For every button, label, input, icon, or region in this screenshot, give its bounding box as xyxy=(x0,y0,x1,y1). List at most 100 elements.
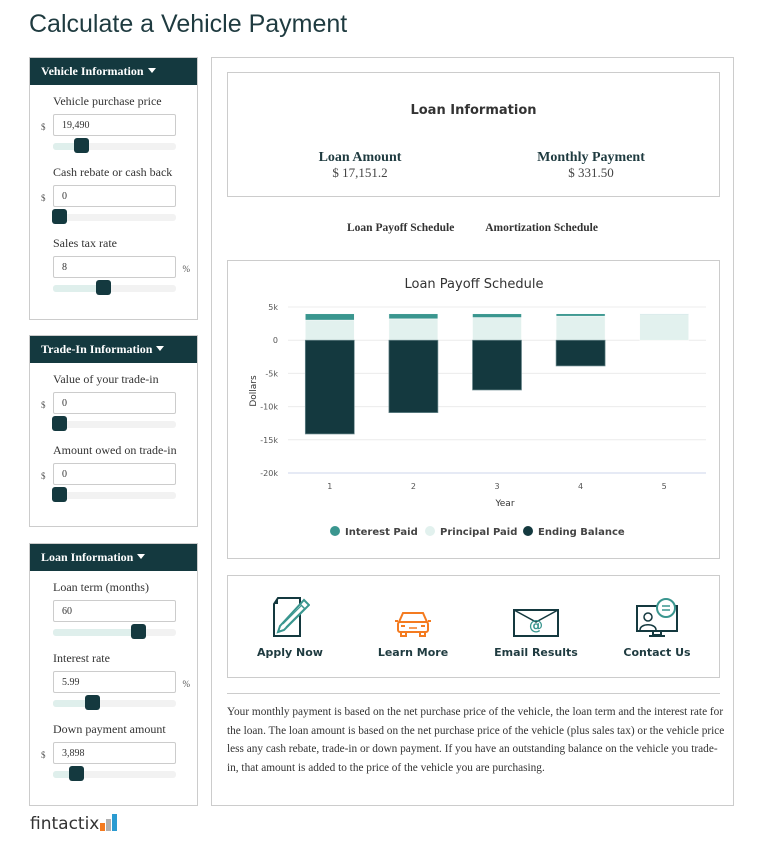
y-tick-label: -10k xyxy=(260,403,278,412)
action-bar: Apply Now Learn More @ Email Results Con… xyxy=(227,575,720,678)
tab-loan-payoff-schedule[interactable]: Loan Payoff Schedule xyxy=(347,222,454,234)
caret-down-icon xyxy=(137,554,146,559)
legend-item-principal-paid[interactable]: Principal Paid xyxy=(425,526,517,538)
y-tick-label: -5k xyxy=(265,369,278,378)
bar-principal-paid-year-1[interactable] xyxy=(305,319,355,341)
slider-thumb[interactable] xyxy=(85,695,100,710)
legend-label: Ending Balance xyxy=(538,527,625,538)
brand-bars-icon xyxy=(100,814,118,831)
x-tick-label: 4 xyxy=(578,482,583,491)
trade-in-information-panel: Trade-In Information Value of your trade… xyxy=(29,335,198,527)
monthly-payment-value: $ 331.50 xyxy=(568,165,614,180)
field-label: Amount owed on trade-in xyxy=(53,443,177,457)
bar-ending-balance-year-1[interactable] xyxy=(304,339,355,435)
apply-now-button[interactable]: Apply Now xyxy=(235,594,345,659)
legend-marker xyxy=(425,526,435,536)
interest-rate-input[interactable] xyxy=(53,671,176,693)
y-tick-label: 5k xyxy=(268,303,278,312)
sales-tax-rate-slider[interactable] xyxy=(53,280,176,295)
field-value-of-your-trade-in: Value of your trade-in $ xyxy=(30,363,197,434)
loan-information-panel: Loan Information Loan term (months) Inte… xyxy=(29,543,198,806)
y-axis-label: Dollars xyxy=(249,375,259,407)
bar-principal-paid-year-4[interactable] xyxy=(555,315,606,341)
bar-interest-paid-year-4[interactable] xyxy=(555,313,606,317)
vehicle-information-toggle[interactable]: Vehicle Information xyxy=(30,58,197,85)
field-cash-rebate-or-cash-back: Cash rebate or cash back $ xyxy=(30,156,197,227)
slider-fill xyxy=(53,629,138,636)
contact-us-label: Contact Us xyxy=(623,646,691,659)
interest-rate-slider[interactable] xyxy=(53,695,176,710)
loan-summary-title: Loan Information xyxy=(410,103,537,118)
field-loan-term-months: Loan term (months) xyxy=(30,571,197,642)
vehicle-purchase-price-input[interactable] xyxy=(53,114,176,136)
slider-thumb[interactable] xyxy=(52,209,67,224)
divider xyxy=(227,693,720,694)
currency-prefix: $ xyxy=(41,193,46,203)
x-tick-label: 3 xyxy=(494,482,499,491)
tab-amortization-schedule[interactable]: Amortization Schedule xyxy=(485,222,598,234)
car-icon xyxy=(358,594,468,638)
loan-term-months-slider[interactable] xyxy=(53,624,176,639)
vehicle-information-panel: Vehicle Information Vehicle purchase pri… xyxy=(29,57,198,320)
slider-thumb[interactable] xyxy=(52,416,67,431)
cash-rebate-or-cash-back-input[interactable] xyxy=(53,185,176,207)
currency-prefix: $ xyxy=(41,471,46,481)
loan-information-toggle[interactable]: Loan Information xyxy=(30,544,197,571)
legend-marker xyxy=(523,526,533,536)
results-area: Loan Information Loan Amount $ 17,151.2 … xyxy=(211,57,734,806)
apply-now-label: Apply Now xyxy=(257,646,323,659)
email-results-button[interactable]: @ Email Results xyxy=(481,594,591,659)
email-icon: @ xyxy=(481,594,591,638)
bar-ending-balance-year-3[interactable] xyxy=(472,339,522,391)
loan-summary-card: Loan Information Loan Amount $ 17,151.2 … xyxy=(227,72,720,197)
bar-interest-paid-year-2[interactable] xyxy=(388,313,439,320)
bar-ending-balance-year-2[interactable] xyxy=(388,339,439,413)
vehicle-purchase-price-slider[interactable] xyxy=(53,138,176,153)
field-down-payment-amount: Down payment amount $ xyxy=(30,713,197,784)
amount-owed-on-trade-in-input[interactable] xyxy=(53,463,176,485)
value-of-your-trade-in-slider[interactable] xyxy=(52,416,176,431)
svg-text:@: @ xyxy=(529,618,543,634)
bar-principal-paid-year-5[interactable] xyxy=(639,314,689,341)
bar-interest-paid-year-1[interactable] xyxy=(305,313,355,321)
bar-interest-paid-year-3[interactable] xyxy=(472,313,522,318)
amount-owed-on-trade-in-slider[interactable] xyxy=(52,487,176,502)
legend-label: Principal Paid xyxy=(440,527,517,538)
loan-amount-stat: Loan Amount $ 17,151.2 xyxy=(300,150,420,180)
down-payment-amount-slider[interactable] xyxy=(53,766,176,781)
field-label: Down payment amount xyxy=(53,722,166,736)
legend-label: Interest Paid xyxy=(345,527,418,538)
brand-name: fintactix xyxy=(30,814,100,834)
legend-item-interest-paid[interactable]: Interest Paid xyxy=(330,526,418,538)
slider-thumb[interactable] xyxy=(52,487,67,502)
x-tick-label: 5 xyxy=(662,482,667,491)
field-label: Sales tax rate xyxy=(53,236,117,250)
loan-amount-label: Loan Amount xyxy=(318,150,402,165)
sales-tax-rate-input[interactable] xyxy=(53,256,176,278)
panel-title: Loan Information xyxy=(41,550,134,564)
bar-interest-paid-year-5[interactable] xyxy=(639,313,689,315)
bar-ending-balance-year-4[interactable] xyxy=(555,339,606,367)
down-payment-amount-input[interactable] xyxy=(53,742,176,764)
field-label: Interest rate xyxy=(53,651,110,665)
slider-thumb[interactable] xyxy=(69,766,84,781)
slider-thumb[interactable] xyxy=(131,624,146,639)
currency-prefix: $ xyxy=(41,400,46,410)
cash-rebate-or-cash-back-slider[interactable] xyxy=(52,209,176,224)
bar-principal-paid-year-3[interactable] xyxy=(472,317,522,341)
bar-principal-paid-year-2[interactable] xyxy=(388,318,439,341)
slider-thumb[interactable] xyxy=(96,280,111,295)
slider-thumb[interactable] xyxy=(74,138,89,153)
document-pencil-icon xyxy=(235,594,345,638)
email-results-label: Email Results xyxy=(494,646,578,659)
legend-item-ending-balance[interactable]: Ending Balance xyxy=(523,526,625,538)
disclaimer-text: Your monthly payment is based on the net… xyxy=(227,706,725,774)
percent-suffix: % xyxy=(182,264,191,274)
contact-us-button[interactable]: Contact Us xyxy=(602,594,712,659)
x-axis-label: Year xyxy=(494,499,514,509)
trade-in-information-toggle[interactable]: Trade-In Information xyxy=(30,336,197,363)
learn-more-button[interactable]: Learn More xyxy=(358,594,468,659)
loan-term-months-input[interactable] xyxy=(53,600,176,622)
value-of-your-trade-in-input[interactable] xyxy=(53,392,176,414)
learn-more-label: Learn More xyxy=(377,646,449,659)
